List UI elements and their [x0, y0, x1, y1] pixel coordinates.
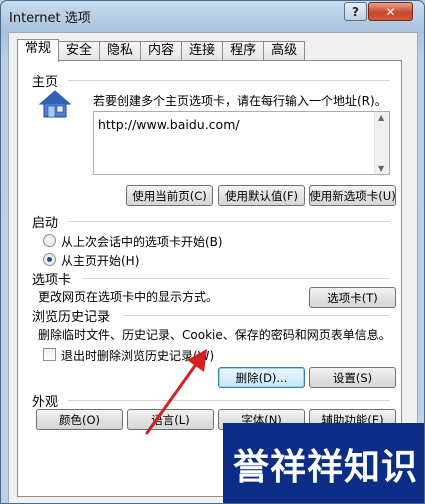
tab-general[interactable]: 常规: [17, 39, 60, 62]
watermark-text: 誉祥祥知识: [233, 447, 419, 488]
internet-options-window: Internet 选项 ? ✕ 常规 安全 隐私 内容 连接 程序 高级 主页: [0, 0, 425, 504]
watermark-logo: 誉祥祥知识: [223, 423, 424, 503]
